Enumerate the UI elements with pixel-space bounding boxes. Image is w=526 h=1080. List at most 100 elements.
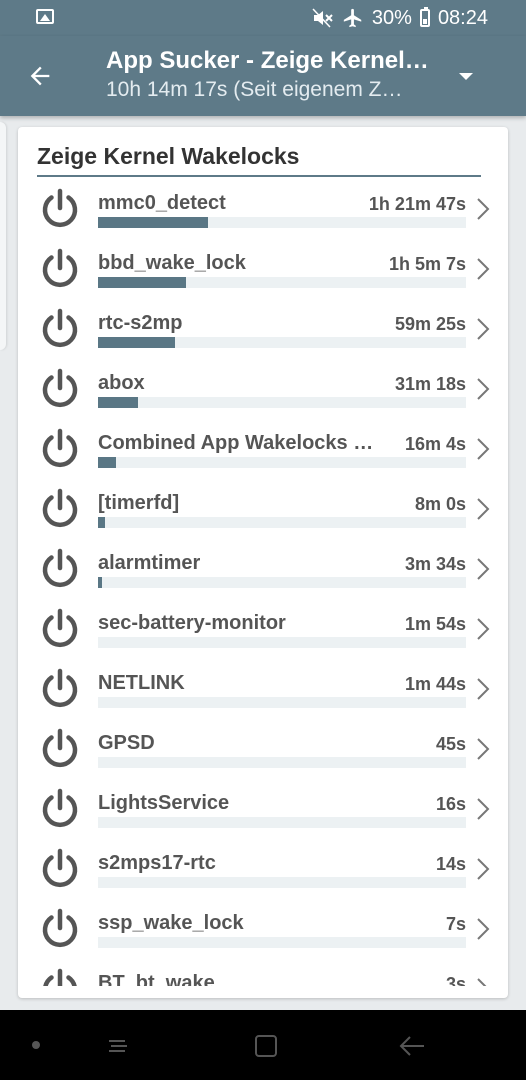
usage-bar-track — [98, 637, 466, 648]
power-icon — [42, 848, 78, 888]
power-icon — [42, 548, 78, 588]
usage-bar-track — [98, 457, 466, 468]
power-icon — [43, 968, 77, 986]
wakelock-duration: 1h 5m 7s — [388, 254, 466, 274]
wakelock-name: Combined App Wakelocks … — [98, 432, 374, 454]
wakelock-name: BT_bt_wake — [98, 972, 215, 986]
wakelock-name: GPSD — [98, 732, 155, 754]
chevron-right-icon — [477, 318, 490, 340]
wakelock-row[interactable]: abox 31m 18s — [18, 362, 508, 422]
wakelock-row[interactable]: LightsService 16s — [18, 782, 508, 842]
wakelock-name: rtc-s2mp — [98, 312, 183, 334]
usage-bar-track — [98, 817, 466, 828]
wakelock-duration: 16m 4s — [404, 434, 466, 454]
wakelock-duration: 45s — [435, 734, 466, 754]
wakelock-duration: 1m 54s — [404, 614, 466, 634]
wakelock-duration: 59m 25s — [394, 314, 466, 334]
chevron-right-icon — [477, 558, 490, 580]
chevron-right-icon — [477, 978, 487, 986]
wakelock-row[interactable]: mmc0_detect 1h 21m 47s — [18, 182, 508, 242]
usage-bar-track — [98, 217, 466, 228]
usage-bar-track — [98, 877, 466, 888]
wakelock-name: s2mps17-rtc — [98, 852, 216, 874]
power-icon — [42, 908, 78, 948]
navigation-bar — [0, 1010, 526, 1080]
wakelock-row[interactable]: bbd_wake_lock 1h 5m 7s — [18, 242, 508, 302]
usage-bar-fill — [98, 517, 105, 528]
toolbar-title: App Sucker - Zeige Kernel… — [106, 47, 429, 74]
power-icon — [42, 368, 78, 408]
wakelock-name: NETLINK — [98, 672, 185, 694]
status-bar: 30% 08:24 — [0, 0, 526, 36]
toolbar: App Sucker - Zeige Kernel… 10h 14m 17s (… — [0, 36, 526, 116]
power-icon — [42, 668, 78, 708]
power-icon — [42, 608, 78, 648]
chevron-right-icon — [477, 858, 490, 880]
wakelock-row[interactable]: s2mps17-rtc 14s — [18, 842, 508, 902]
image-icon — [36, 9, 54, 24]
arrow-left-icon — [30, 66, 50, 86]
battery-icon — [419, 7, 430, 27]
clock: 08:24 — [437, 6, 488, 29]
wakelock-name: sec-battery-monitor — [98, 612, 286, 634]
home-button[interactable] — [246, 1030, 286, 1062]
chevron-right-icon — [477, 918, 490, 940]
usage-bar-fill — [98, 577, 102, 588]
power-icon — [42, 188, 78, 228]
wakelock-name: mmc0_detect — [98, 192, 226, 214]
recent-apps-button[interactable] — [98, 1030, 138, 1062]
wakelock-row[interactable]: sec-battery-monitor 1m 54s — [18, 602, 508, 662]
wakelock-row[interactable]: [timerfd] 8m 0s — [18, 482, 508, 542]
wakelock-name: ssp_wake_lock — [98, 912, 244, 934]
wakelock-name: abox — [98, 372, 145, 394]
wakelock-row[interactable]: Combined App Wakelocks … 16m 4s — [18, 422, 508, 482]
wakelock-duration: 3s — [445, 974, 466, 986]
usage-bar-track — [98, 697, 466, 708]
usage-bar-fill — [98, 457, 116, 468]
power-icon — [42, 488, 78, 528]
back-button[interactable] — [22, 58, 58, 94]
status-icons: 30% 08:24 — [312, 7, 488, 29]
chevron-right-icon — [477, 378, 490, 400]
recent-apps-icon — [109, 1040, 127, 1052]
dot-icon — [32, 1041, 40, 1049]
airplane-icon — [343, 8, 362, 28]
wakelock-duration: 14s — [435, 854, 466, 874]
wakelock-duration: 16s — [435, 794, 466, 814]
usage-bar-track — [98, 517, 466, 528]
side-panel-edge — [0, 122, 6, 350]
power-icon — [42, 248, 78, 288]
usage-bar-track — [98, 397, 466, 408]
dropdown-button[interactable] — [452, 64, 480, 88]
chevron-right-icon — [477, 738, 490, 760]
power-icon — [42, 728, 78, 768]
usage-bar-track — [98, 277, 466, 288]
chevron-right-icon — [477, 678, 490, 700]
wakelock-row[interactable]: BT_bt_wake 3s — [18, 962, 508, 986]
usage-bar-fill — [98, 397, 138, 408]
usage-bar-fill — [98, 337, 175, 348]
wakelock-name: bbd_wake_lock — [98, 252, 246, 274]
usage-bar-track — [98, 337, 466, 348]
power-icon — [42, 428, 78, 468]
wakelock-duration: 1m 44s — [404, 674, 466, 694]
wakelock-row[interactable]: rtc-s2mp 59m 25s — [18, 302, 508, 362]
wakelock-row[interactable]: ssp_wake_lock 7s — [18, 902, 508, 962]
wakelock-duration: 31m 18s — [394, 374, 466, 394]
wakelock-row[interactable]: GPSD 45s — [18, 722, 508, 782]
battery-percent: 30% — [371, 6, 412, 29]
wakelock-row[interactable]: NETLINK 1m 44s — [18, 662, 508, 722]
wakelock-name: LightsService — [98, 792, 230, 814]
chevron-right-icon — [477, 798, 490, 820]
power-icon — [42, 308, 78, 348]
wakelock-row[interactable]: alarmtimer 3m 34s — [18, 542, 508, 602]
card-title: Zeige Kernel Wakelocks — [37, 143, 300, 169]
back-nav-button[interactable] — [392, 1030, 432, 1062]
back-arrow-icon — [399, 1036, 424, 1056]
chevron-right-icon — [477, 438, 490, 460]
usage-bar-track — [98, 577, 466, 588]
title-divider — [37, 175, 481, 177]
chevron-right-icon — [477, 198, 490, 220]
wakelock-name: alarmtimer — [98, 552, 201, 574]
chevron-right-icon — [477, 498, 490, 520]
